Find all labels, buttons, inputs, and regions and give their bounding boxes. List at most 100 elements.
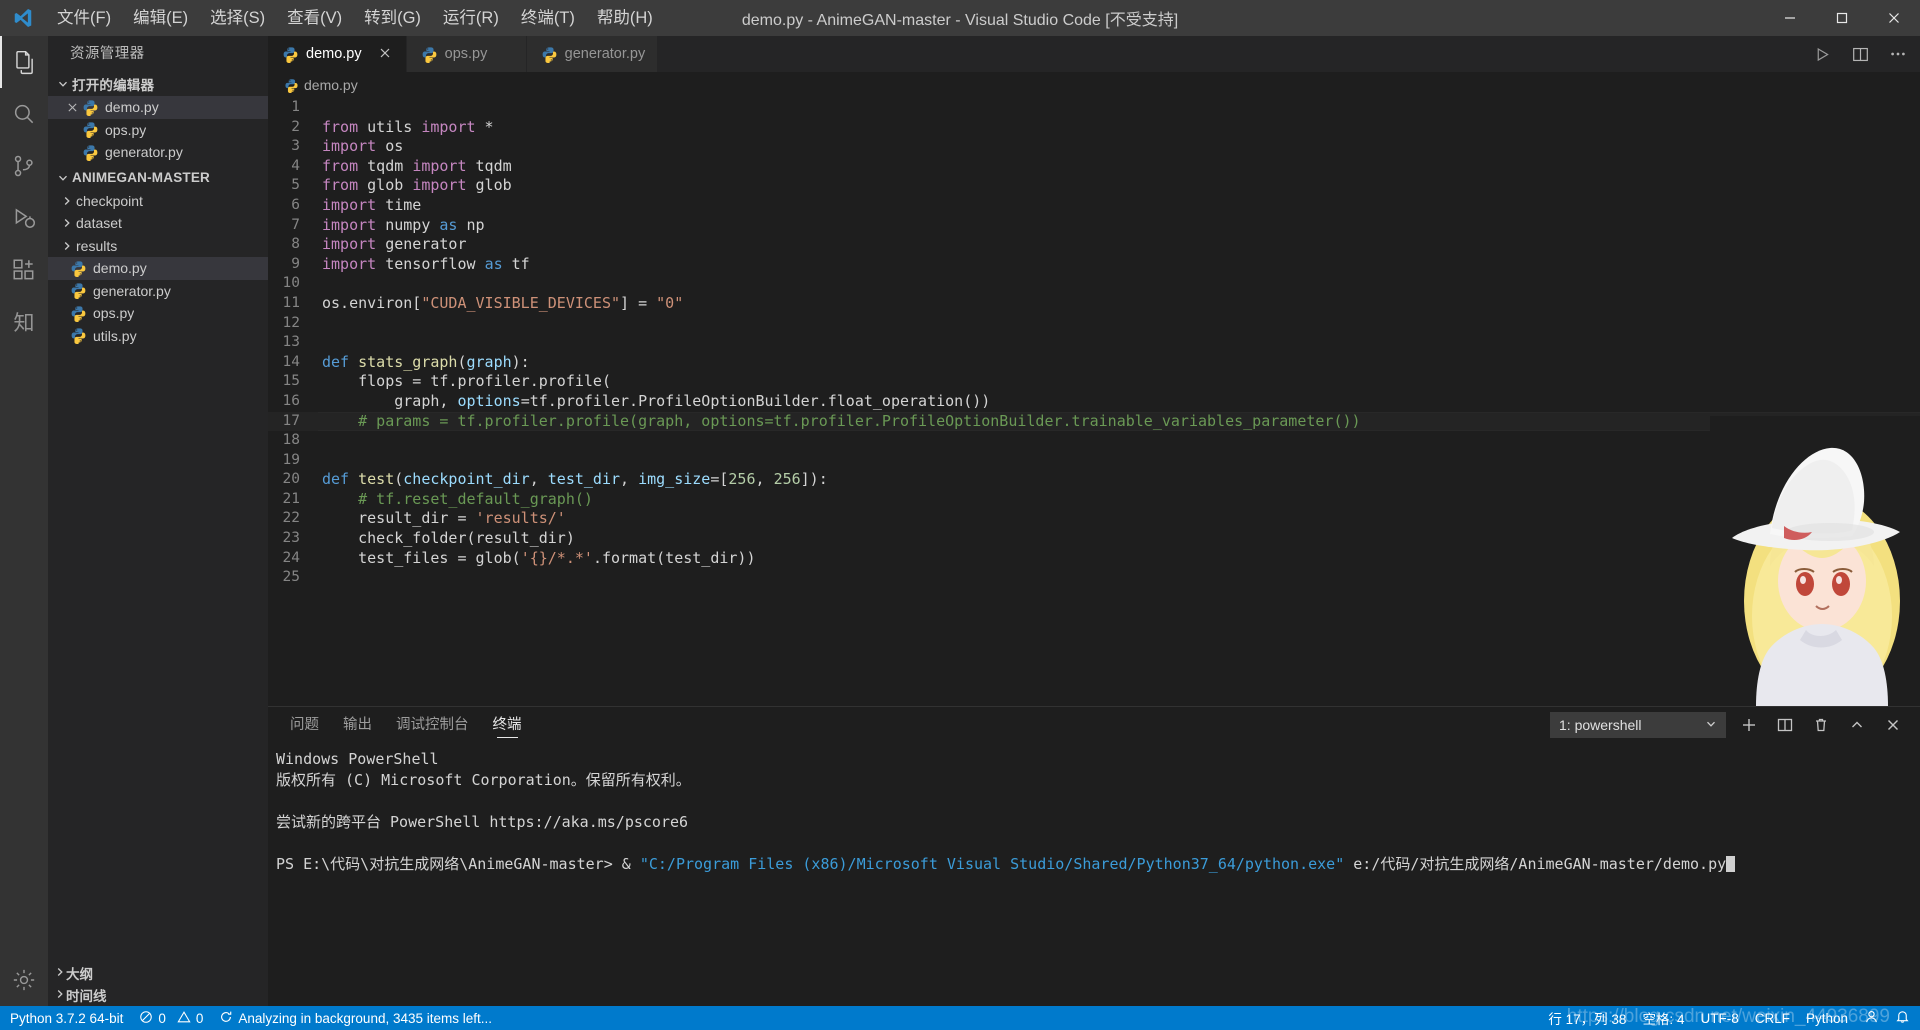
activity-explorer[interactable] — [0, 36, 48, 88]
sync-icon — [219, 1010, 233, 1027]
editor-area: demo.py ops.py generator.py demo.py 1 2 … — [268, 36, 1920, 1006]
section-timeline-label: 时间线 — [66, 989, 107, 1004]
menu-file[interactable]: 文件(F) — [46, 0, 122, 36]
tab-demo-py[interactable]: demo.py — [268, 36, 407, 72]
file-demo-py[interactable]: demo.py — [48, 257, 268, 280]
line-text: import time — [322, 195, 422, 214]
trash-icon[interactable] — [1808, 712, 1834, 738]
code-lines: 1 2 from utils import * 3 import os 4 from tqd… — [268, 98, 1920, 588]
section-timeline[interactable]: 时间线 — [48, 984, 268, 1006]
code-line: 11 os.environ["CUDA_VISIBLE_DEVICES"] = "… — [268, 294, 1920, 314]
split-editor-icon[interactable] — [1848, 42, 1872, 66]
menu-view[interactable]: 查看(V) — [276, 0, 353, 36]
code-line: 1 — [268, 98, 1920, 118]
status-encoding[interactable]: UTF-8 — [1692, 1006, 1746, 1030]
line-number: 7 — [291, 216, 300, 233]
status-warning-count: 0 — [195, 1010, 204, 1026]
play-icon[interactable] — [1810, 42, 1834, 66]
activity-knowledge[interactable]: 知 — [0, 296, 48, 348]
status-cursor-position[interactable]: 行 17，列 38 — [1540, 1006, 1634, 1030]
activity-extensions[interactable] — [0, 244, 48, 296]
panel-tab-problems[interactable]: 问题 — [288, 707, 321, 743]
status-python-interpreter[interactable]: Python 3.7.2 64-bit — [2, 1006, 131, 1030]
open-editor-demo-py[interactable]: demo.py — [48, 96, 268, 119]
window-controls — [1764, 0, 1920, 36]
status-indentation[interactable]: 空格: 4 — [1634, 1006, 1692, 1030]
status-language-mode[interactable]: Python — [1798, 1006, 1856, 1030]
sidebar-title: 资源管理器 — [70, 46, 145, 62]
file-utils-py[interactable]: utils.py — [48, 325, 268, 348]
line-number: 2 — [291, 118, 300, 135]
tree-label: checkpoint — [76, 192, 143, 209]
tree-label: ops.py — [93, 305, 135, 322]
status-background-task[interactable]: Analyzing in background, 3435 items left… — [211, 1006, 500, 1030]
section-workspace[interactable]: ANIMEGAN-MASTER — [48, 166, 268, 190]
menu-bar: 文件(F) 编辑(E) 选择(S) 查看(V) 转到(G) 运行(R) 终端(T… — [46, 0, 664, 36]
line-text: # tf.reset_default_graph() — [322, 489, 593, 508]
panel-actions: 1: powershell — [1550, 712, 1920, 738]
breadcrumb[interactable]: demo.py — [268, 72, 1920, 98]
terminal-selector[interactable]: 1: powershell — [1550, 712, 1726, 738]
close-icon[interactable] — [376, 46, 394, 63]
code-line: 4 from tqdm import tqdm — [268, 157, 1920, 177]
section-open-editors[interactable]: 打开的编辑器 — [48, 72, 268, 96]
line-number: 15 — [282, 373, 300, 390]
close-icon[interactable] — [62, 102, 82, 113]
line-number: 22 — [282, 510, 300, 527]
terminal-cursor — [1726, 856, 1736, 872]
tree-label: demo.py — [93, 260, 147, 277]
close-button[interactable] — [1868, 0, 1920, 36]
split-icon[interactable] — [1772, 712, 1798, 738]
code-line: 18 — [268, 431, 1920, 451]
status-problems[interactable]: 0 0 — [131, 1006, 211, 1030]
activity-source-control[interactable] — [0, 140, 48, 192]
tree-label: generator.py — [105, 144, 183, 161]
panel-tab-terminal[interactable]: 终端 — [491, 707, 524, 743]
plus-icon[interactable] — [1736, 712, 1762, 738]
line-number: 5 — [291, 177, 300, 194]
menu-help[interactable]: 帮助(H) — [586, 0, 664, 36]
file-ops-py[interactable]: ops.py — [48, 302, 268, 325]
status-bar-right: 行 17，列 38 空格: 4 UTF-8 CRLF Python — [1540, 1006, 1918, 1030]
activity-manage-gear[interactable] — [0, 954, 48, 1006]
tab-generator-py[interactable]: generator.py — [526, 36, 659, 72]
folder-dataset[interactable]: dataset — [48, 212, 268, 235]
open-editor-generator-py[interactable]: generator.py — [48, 141, 268, 164]
status-notifications[interactable] — [1887, 1006, 1918, 1030]
section-outline[interactable]: 大纲 — [48, 962, 268, 984]
close-icon[interactable] — [1880, 712, 1906, 738]
line-text: import generator — [322, 235, 467, 254]
tab-ops-py[interactable]: ops.py — [406, 36, 527, 72]
maximize-button[interactable] — [1816, 0, 1868, 36]
python-icon — [70, 305, 87, 322]
vscode-window: 文件(F) 编辑(E) 选择(S) 查看(V) 转到(G) 运行(R) 终端(T… — [0, 0, 1920, 1030]
terminal-output[interactable]: Windows PowerShell 版权所有 (C) Microsoft Cor… — [268, 743, 1920, 1006]
folder-checkpoint[interactable]: checkpoint — [48, 190, 268, 213]
sidebar-explorer: 资源管理器 打开的编辑器 demo.py ops.py generator.py… — [48, 36, 268, 1006]
code-line: 17 # params = tf.profiler.profile(graph,… — [268, 411, 1920, 432]
ellipsis-icon[interactable] — [1886, 42, 1910, 66]
status-python-label: Python 3.7.2 64-bit — [10, 1010, 124, 1026]
menu-terminal[interactable]: 终端(T) — [510, 0, 586, 36]
editor-actions — [1810, 36, 1920, 72]
chevron-up-icon[interactable] — [1844, 712, 1870, 738]
panel-tab-debug-console[interactable]: 调试控制台 — [394, 707, 471, 743]
menu-edit[interactable]: 编辑(E) — [122, 0, 199, 36]
tree-label: results — [76, 237, 118, 254]
code-editor[interactable]: 1 2 from utils import * 3 import os 4 from tqd… — [268, 98, 1920, 706]
activity-run-debug[interactable] — [0, 192, 48, 244]
folder-results[interactable]: results — [48, 235, 268, 258]
menu-selection[interactable]: 选择(S) — [199, 0, 276, 36]
menu-go[interactable]: 转到(G) — [353, 0, 432, 36]
menu-run[interactable]: 运行(R) — [432, 0, 510, 36]
panel-tab-output[interactable]: 输出 — [341, 707, 374, 743]
status-accounts[interactable] — [1856, 1006, 1887, 1030]
status-eol[interactable]: CRLF — [1747, 1006, 1798, 1030]
open-editor-ops-py[interactable]: ops.py — [48, 119, 268, 142]
activity-search[interactable] — [0, 88, 48, 140]
code-line: 24 test_files = glob('{}/*.*'.format(tes… — [268, 549, 1920, 569]
python-icon — [284, 78, 299, 93]
minimize-button[interactable] — [1764, 0, 1816, 36]
file-generator-py[interactable]: generator.py — [48, 280, 268, 303]
